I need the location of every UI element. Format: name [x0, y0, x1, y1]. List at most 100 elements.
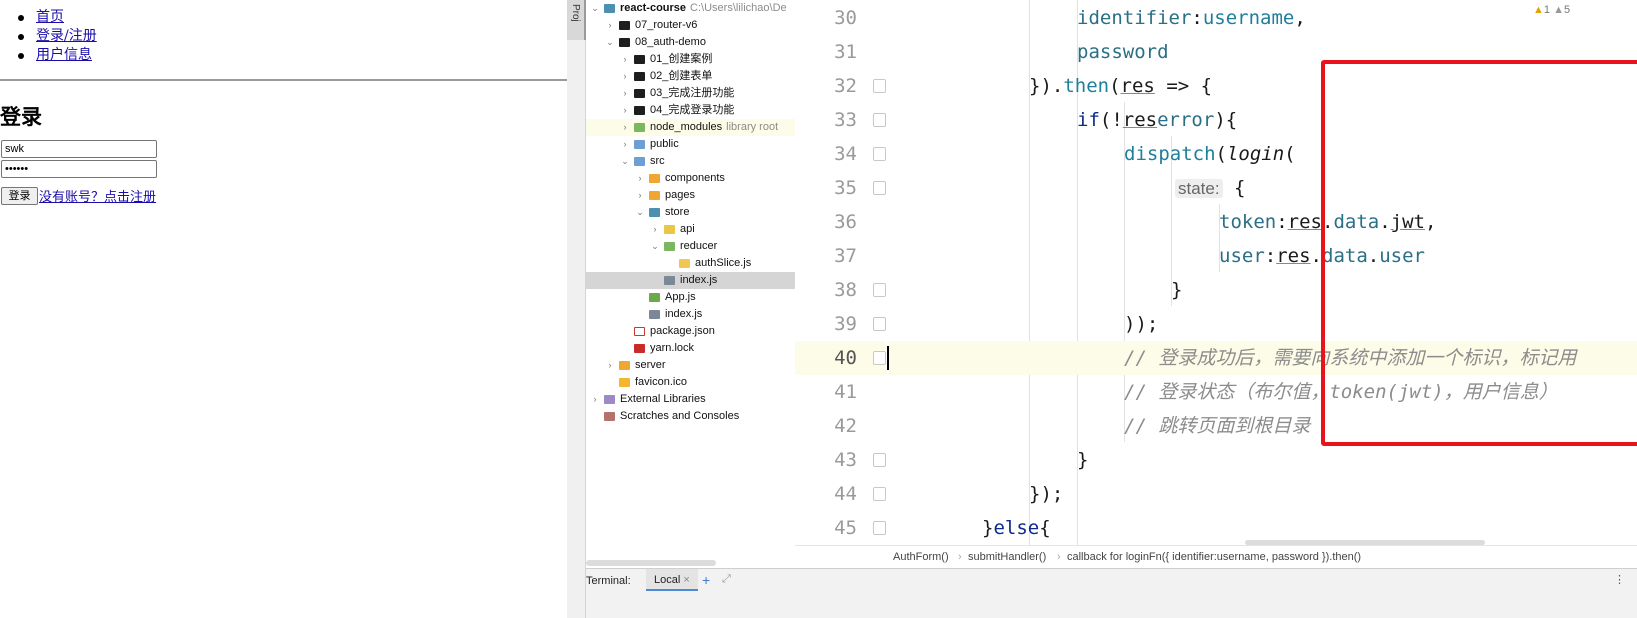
code-token: }: [982, 517, 994, 539]
nav-link-home[interactable]: 首页: [36, 9, 64, 25]
fold-marker-icon[interactable]: [873, 283, 886, 297]
chevron-right-icon[interactable]: ›: [650, 221, 660, 238]
tree-node[interactable]: App.js: [586, 289, 795, 306]
tree-node[interactable]: ⌄ 08_auth-demo: [586, 34, 795, 51]
tree-node[interactable]: index.js: [586, 306, 795, 323]
chevron-right-icon[interactable]: ›: [620, 51, 630, 68]
fold-marker-icon[interactable]: [873, 181, 886, 195]
tree-node-label: favicon.ico: [635, 376, 687, 388]
chevron-right-icon: ›: [1057, 551, 1061, 563]
close-icon[interactable]: ×: [683, 574, 689, 586]
code-token: res: [1120, 75, 1155, 97]
code-token: }: [1171, 279, 1183, 301]
tree-node[interactable]: Scratches and Consoles: [586, 408, 795, 425]
tree-node-label: react-course C:\Users\lilichao\De: [620, 2, 787, 14]
chevron-right-icon[interactable]: ›: [605, 357, 615, 374]
tree-node[interactable]: ⌄ src: [586, 153, 795, 170]
project-tool-tab[interactable]: Proj: [567, 0, 586, 40]
tree-node[interactable]: › 07_router-v6: [586, 17, 795, 34]
tree-node[interactable]: › 03_完成注册功能: [586, 85, 795, 102]
project-tree: ⌄ react-course C:\Users\lilichao\De › 07_rou…: [586, 0, 795, 588]
code-comment: // 跳转页面到根目录: [1124, 415, 1311, 437]
tree-node-path: library root: [726, 121, 779, 133]
tree-scrollbar[interactable]: [586, 560, 716, 566]
tree-node[interactable]: › components: [586, 170, 795, 187]
chevron-right-icon[interactable]: ›: [620, 102, 630, 119]
highlight-box: [1321, 60, 1637, 446]
code-token: login: [1226, 143, 1285, 165]
folder-icon: [634, 157, 645, 166]
tree-node[interactable]: package.json: [586, 323, 795, 340]
fold-marker-icon[interactable]: [873, 487, 886, 501]
chevron-right-icon[interactable]: ›: [590, 391, 600, 408]
code-token: (: [1109, 75, 1121, 97]
username-input[interactable]: swk: [1, 140, 157, 158]
add-icon[interactable]: +: [702, 572, 710, 588]
nav-link-login[interactable]: 登录/注册: [36, 28, 97, 44]
tree-node[interactable]: favicon.ico: [586, 374, 795, 391]
login-button[interactable]: 登录: [1, 187, 38, 205]
breadcrumb-item[interactable]: AuthForm(): [893, 546, 949, 568]
tree-node[interactable]: authSlice.js: [586, 255, 795, 272]
fold-marker-icon[interactable]: [873, 521, 886, 535]
code-token: :: [1191, 7, 1203, 29]
code-token: (: [1284, 143, 1296, 165]
chevron-down-icon[interactable]: ⌄: [650, 238, 660, 255]
tree-node-label: 02_创建表单: [650, 70, 713, 82]
code-token: error: [1157, 109, 1215, 131]
tree-node[interactable]: › External Libraries: [586, 391, 795, 408]
chevron-right-icon: ›: [958, 551, 962, 563]
tree-node[interactable]: index.js: [586, 272, 795, 289]
tree-node-label: reducer: [680, 240, 718, 252]
tree-node[interactable]: › 04_完成登录功能: [586, 102, 795, 119]
fold-marker-icon[interactable]: [873, 351, 886, 365]
chevron-right-icon[interactable]: ›: [620, 136, 630, 153]
more-options-icon[interactable]: ⋮: [1614, 573, 1625, 586]
chevron-right-icon[interactable]: ›: [620, 119, 630, 136]
tree-node[interactable]: › 01_创建案例: [586, 51, 795, 68]
chevron-right-icon[interactable]: ›: [620, 68, 630, 85]
inspection-widget[interactable]: ▲1 ▲5: [1533, 4, 1570, 16]
chevron-down-icon[interactable]: ⌄: [605, 34, 615, 51]
chevron-right-icon[interactable]: ›: [620, 85, 630, 102]
tree-node[interactable]: › server: [586, 357, 795, 374]
tree-node[interactable]: › api: [586, 221, 795, 238]
tree-node-label: yarn.lock: [650, 342, 695, 354]
tree-node[interactable]: ⌄ react-course C:\Users\lilichao\De: [586, 0, 795, 17]
line-number: 37: [834, 245, 857, 267]
line-number: 40: [795, 341, 885, 375]
fold-marker-icon[interactable]: [873, 79, 886, 93]
code-token: }: [1077, 449, 1089, 471]
tree-node-label: 08_auth-demo: [635, 36, 706, 48]
tree-node[interactable]: › node_modules library root: [586, 119, 795, 136]
tree-node-label: pages: [665, 189, 695, 201]
tree-node[interactable]: yarn.lock: [586, 340, 795, 357]
tree-node[interactable]: › public: [586, 136, 795, 153]
line-number: 45: [834, 517, 857, 539]
tab-local-terminal[interactable]: Local ×: [646, 569, 698, 591]
chevron-down-icon[interactable]: ⌄: [590, 0, 600, 17]
tree-node-label: External Libraries: [620, 393, 706, 405]
tree-node[interactable]: › 02_创建表单: [586, 68, 795, 85]
fold-marker-icon[interactable]: [873, 453, 886, 467]
tree-node[interactable]: › pages: [586, 187, 795, 204]
expand-icon[interactable]: ⤢: [722, 573, 731, 586]
fold-marker-icon[interactable]: [873, 317, 886, 331]
nav-link-profile[interactable]: 用户信息: [36, 47, 92, 63]
chevron-down-icon[interactable]: ⌄: [620, 153, 630, 170]
tree-node-label: Scratches and Consoles: [620, 410, 740, 422]
chevron-right-icon[interactable]: ›: [635, 170, 645, 187]
line-number: 33: [834, 109, 857, 131]
tree-node[interactable]: ⌄ store: [586, 204, 795, 221]
fold-marker-icon[interactable]: [873, 113, 886, 127]
register-link[interactable]: 没有账号？点击注册: [39, 186, 156, 205]
password-input[interactable]: ••••••: [1, 160, 157, 178]
chevron-right-icon[interactable]: ›: [635, 187, 645, 204]
breadcrumb-item[interactable]: submitHandler(): [968, 546, 1046, 568]
folder-icon: [634, 89, 645, 98]
tree-node[interactable]: ⌄ reducer: [586, 238, 795, 255]
chevron-right-icon[interactable]: ›: [605, 17, 615, 34]
fold-marker-icon[interactable]: [873, 147, 886, 161]
breadcrumb-item[interactable]: callback for loginFn({ identifier:userna…: [1067, 546, 1361, 568]
chevron-down-icon[interactable]: ⌄: [635, 204, 645, 221]
